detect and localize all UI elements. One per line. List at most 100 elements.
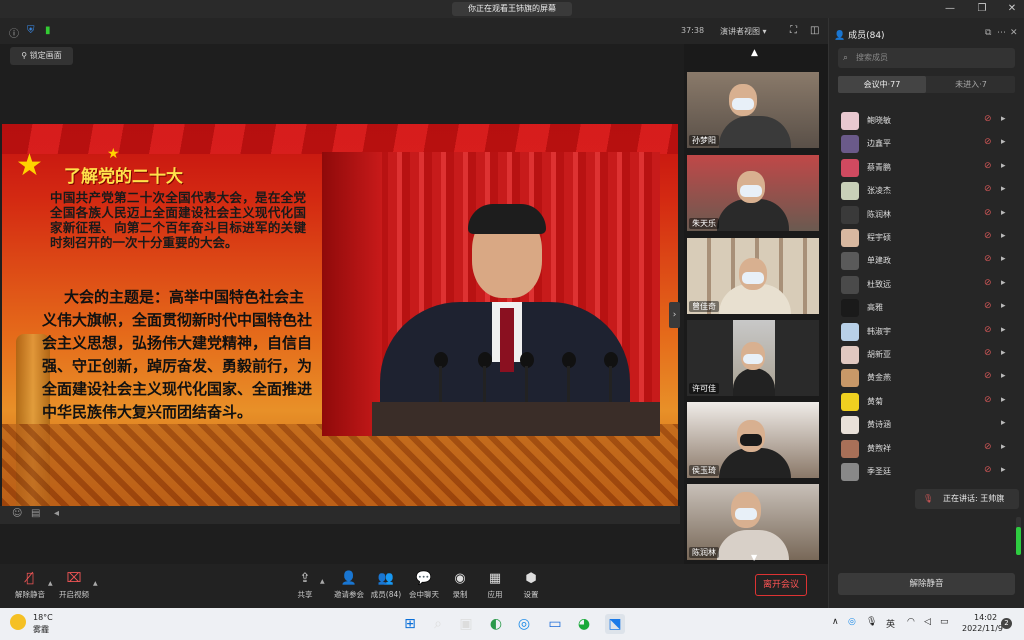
camera-icon[interactable]: ▸	[1001, 465, 1006, 475]
mic-muted-icon[interactable]: ⊘	[984, 348, 992, 358]
leave-meeting-button[interactable]: 离开会议	[755, 574, 807, 596]
member-row[interactable]: 黄金燕 ⊘ ▸	[838, 367, 1015, 389]
comment-icon[interactable]: ▤	[31, 508, 40, 519]
camera-icon[interactable]: ▸	[1001, 418, 1006, 428]
wifi-icon[interactable]: ◠	[907, 617, 915, 627]
mic-muted-icon[interactable]: ⊘	[984, 208, 992, 218]
tray-overflow-icon[interactable]: ∧	[832, 617, 839, 627]
fullscreen-icon[interactable]: ⛶	[790, 25, 797, 36]
share-button[interactable]: ⇪ 共享	[283, 570, 327, 600]
tab-in-meeting[interactable]: 会议中·77	[838, 76, 926, 93]
camera-icon[interactable]: ▸	[1001, 137, 1006, 147]
weather-icon[interactable]	[10, 614, 26, 630]
camera-icon[interactable]: ▸	[1001, 395, 1006, 405]
tab-not-joined[interactable]: 未进入·7	[927, 76, 1015, 93]
member-row[interactable]: 程宇硕 ⊘ ▸	[838, 227, 1015, 249]
member-row[interactable]: 陈润林 ⊘ ▸	[838, 204, 1015, 226]
mic-muted-icon[interactable]: ⊘	[984, 395, 992, 405]
scroll-down-icon[interactable]: ▼	[751, 553, 757, 562]
edge-browser-icon[interactable]: ◐	[486, 614, 506, 634]
mic-muted-icon[interactable]: ⊘	[984, 301, 992, 311]
member-row[interactable]: 黄煦祥 ⊘ ▸	[838, 438, 1015, 460]
mic-muted-icon[interactable]: ⊘	[984, 278, 992, 288]
mic-muted-icon[interactable]: ⊘	[984, 184, 992, 194]
video-tile[interactable]: 曾佳奇	[687, 238, 819, 314]
camera-icon[interactable]: ▸	[1001, 371, 1006, 381]
member-row[interactable]: 黄诗涵⊘▸	[838, 414, 1015, 436]
camera-icon[interactable]: ▸	[1001, 442, 1006, 452]
start-menu-icon[interactable]: ⊞	[400, 614, 420, 634]
member-row[interactable]: 单建政 ⊘ ▸	[838, 250, 1015, 272]
meeting-app-icon[interactable]: ▭	[545, 614, 565, 634]
member-row[interactable]: 边鑫平 ⊘ ▸	[838, 133, 1015, 155]
camera-icon[interactable]: ▸	[1001, 184, 1006, 194]
mic-muted-icon[interactable]: ⊘	[984, 231, 992, 241]
mic-muted-icon[interactable]: ⊘	[984, 371, 992, 381]
mic-muted-icon[interactable]: ⊘	[984, 465, 992, 475]
weather-description[interactable]: 雾霾	[33, 624, 49, 635]
camera-icon[interactable]: ▸	[1001, 254, 1006, 264]
member-row[interactable]: 蔡青鹏 ⊘ ▸	[838, 157, 1015, 179]
unmute-button[interactable]: 🎙̸ 解除静音	[8, 570, 52, 600]
volume-icon[interactable]: ◁	[924, 617, 931, 627]
camera-icon[interactable]: ▸	[1001, 231, 1006, 241]
search-icon[interactable]: ⌕	[428, 614, 448, 634]
video-tile[interactable]: 朱天乐	[687, 155, 819, 231]
notification-badge[interactable]: 2	[1001, 618, 1012, 629]
more-icon[interactable]: ⋯	[997, 28, 1006, 38]
mic-muted-icon[interactable]: ⊘	[984, 137, 992, 147]
member-row[interactable]: 季圣廷 ⊘ ▸	[838, 461, 1015, 483]
share-options-chevron-icon[interactable]: ▲	[320, 578, 325, 585]
mic-muted-icon[interactable]: ⊘	[984, 325, 992, 335]
settings-button[interactable]: ⬢ 设置	[509, 570, 553, 600]
chat-app-icon[interactable]: ◎	[514, 614, 534, 634]
member-row[interactable]: 鲍晓敏 ⊘ ▸	[838, 110, 1015, 132]
member-row[interactable]: 黄菊 ⊘ ▸	[838, 391, 1015, 413]
camera-icon[interactable]: ▸	[1001, 348, 1006, 358]
scroll-up-icon[interactable]: ▲	[751, 48, 758, 58]
camera-icon[interactable]: ▸	[1001, 161, 1006, 171]
collapse-left-icon[interactable]: ◂	[54, 508, 59, 519]
weather-temperature[interactable]: 18°C	[33, 613, 53, 622]
member-search-input[interactable]: ⌕ 搜索成员	[838, 48, 1015, 68]
clock-time[interactable]: 14:02	[974, 613, 997, 622]
close-panel-icon[interactable]: ✕	[1010, 28, 1018, 38]
video-tile[interactable]: 孙梦阳	[687, 72, 819, 148]
mic-muted-icon[interactable]: ⊘	[984, 254, 992, 264]
member-row[interactable]: 胡新亚 ⊘ ▸	[838, 344, 1015, 366]
popout-icon[interactable]: ⧉	[985, 28, 991, 38]
microphone-icon[interactable]: 🎙	[866, 617, 877, 627]
collapse-video-strip-button[interactable]: ›	[669, 302, 680, 328]
mic-muted-icon[interactable]: ⊘	[984, 114, 992, 124]
signal-icon[interactable]: ▮	[45, 25, 51, 36]
tray-app-icon[interactable]: ◎	[848, 617, 856, 627]
lock-screen-button[interactable]: ⚲ 锁定画面	[10, 47, 73, 65]
sidebar-toggle-icon[interactable]: ◫	[810, 25, 819, 36]
view-mode-dropdown[interactable]: 演讲者视图 ▾	[720, 26, 767, 37]
task-view-icon[interactable]: ▣	[456, 614, 476, 634]
clock-date[interactable]: 2022/11/9	[962, 624, 1003, 633]
unmute-all-button[interactable]: 解除静音	[838, 573, 1015, 595]
shield-icon[interactable]: ⛨	[27, 25, 35, 36]
start-video-button[interactable]: ⌧ 开启视频	[52, 570, 96, 600]
input-language[interactable]: 英	[886, 617, 895, 630]
member-row[interactable]: 张凌杰 ⊘ ▸	[838, 180, 1015, 202]
mic-muted-icon[interactable]: ⊘	[984, 161, 992, 171]
member-row[interactable]: 韩淑宇 ⊘ ▸	[838, 321, 1015, 343]
camera-icon[interactable]: ▸	[1001, 278, 1006, 288]
info-icon[interactable]: ⓘ	[9, 25, 19, 40]
tencent-meeting-icon[interactable]: ⬔	[605, 614, 625, 634]
camera-icon[interactable]: ▸	[1001, 208, 1006, 218]
camera-icon[interactable]: ▸	[1001, 114, 1006, 124]
member-row[interactable]: 高雅 ⊘ ▸	[838, 297, 1015, 319]
member-row[interactable]: 杜致远 ⊘ ▸	[838, 274, 1015, 296]
battery-icon[interactable]: ▭	[940, 617, 949, 627]
camera-icon[interactable]: ▸	[1001, 325, 1006, 335]
camera-icon[interactable]: ▸	[1001, 301, 1006, 311]
minimize-button[interactable]: —	[940, 2, 960, 16]
video-tile[interactable]: 许可佳	[687, 320, 819, 396]
emoji-icon[interactable]: ☺	[12, 508, 22, 519]
mic-muted-icon[interactable]: ⊘	[984, 442, 992, 452]
video-tile[interactable]: 陈润林	[687, 484, 819, 560]
video-tile[interactable]: 侯玉琦	[687, 402, 819, 478]
